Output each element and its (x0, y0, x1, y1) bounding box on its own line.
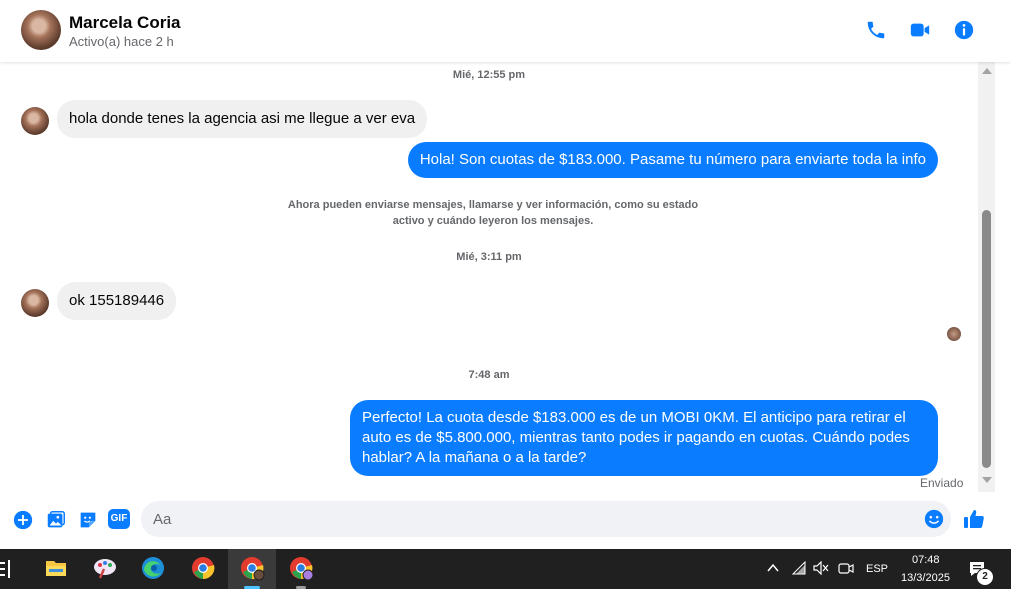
outgoing-message[interactable]: Hola! Son cuotas de $183.000. Pasame tu … (407, 142, 938, 178)
sticker-icon[interactable] (77, 509, 99, 531)
input-language[interactable]: ESP (866, 563, 888, 575)
photo-icon[interactable] (45, 509, 67, 531)
message-input-placeholder: Aa (153, 511, 172, 528)
read-receipt-avatar (947, 327, 961, 341)
timestamp: Mié, 3:11 pm (456, 251, 522, 263)
sender-avatar[interactable] (21, 289, 49, 317)
paint-app-icon[interactable] (92, 555, 118, 581)
phone-call-icon[interactable] (865, 19, 887, 41)
scroll-up-arrow-icon[interactable] (982, 68, 992, 74)
message-line: hablar? A la mañana o a la tarde? (362, 449, 587, 466)
system-notice: Ahora pueden enviarse mensajes, llamarse… (270, 197, 716, 229)
scrollbar-thumb[interactable] (982, 210, 991, 468)
message-line: Perfecto! La cuota desde $183.000 es de … (362, 409, 906, 426)
contact-status: Activo(a) hace 2 h (69, 34, 174, 49)
gif-button[interactable]: GIF (108, 509, 130, 529)
emoji-icon[interactable] (923, 508, 945, 530)
message-line: auto es de $5.800.000, mientras tanto po… (362, 429, 910, 446)
notification-count-badge: 2 (976, 568, 994, 586)
meet-now-icon[interactable] (838, 561, 854, 576)
chevron-up-icon[interactable] (767, 563, 779, 573)
message-list[interactable]: Mié, 12:55 pm hola donde tenes la agenci… (0, 62, 978, 492)
sent-status: Enviado (920, 476, 964, 490)
timestamp: 7:48 am (468, 369, 510, 381)
contact-name[interactable]: Marcela Coria (69, 13, 181, 33)
file-explorer-icon[interactable] (43, 555, 69, 581)
clock-date[interactable]: 13/3/2025 (901, 572, 950, 584)
incoming-message[interactable]: ok 155189446 (57, 282, 177, 320)
scroll-down-arrow-icon[interactable] (982, 477, 992, 483)
thumbs-up-icon[interactable] (962, 507, 986, 531)
info-icon[interactable] (953, 19, 975, 41)
outgoing-message[interactable]: Perfecto! La cuota desde $183.000 es de … (350, 400, 938, 476)
video-call-icon[interactable] (909, 19, 931, 41)
task-view-icon[interactable] (0, 560, 14, 578)
plus-icon[interactable] (12, 509, 34, 531)
volume-muted-icon[interactable] (813, 561, 829, 575)
system-notice-line: activo y cuándo leyeron los mensajes. (392, 215, 594, 227)
wifi-icon[interactable] (791, 561, 807, 575)
system-notice-line: Ahora pueden enviarse mensajes, llamarse… (287, 199, 699, 211)
timestamp: Mié, 12:55 pm (452, 69, 526, 81)
sender-avatar[interactable] (21, 107, 49, 135)
chrome-profile-icon[interactable] (239, 555, 265, 581)
edge-browser-icon[interactable] (140, 555, 166, 581)
contact-avatar[interactable] (21, 10, 61, 50)
chrome-browser-icon[interactable] (190, 555, 216, 581)
chrome-incognito-icon[interactable] (288, 555, 314, 581)
clock-time[interactable]: 07:48 (912, 554, 940, 566)
incoming-message[interactable]: hola donde tenes la agencia asi me llegu… (57, 100, 428, 138)
message-input[interactable] (141, 501, 951, 537)
conversation-header: Marcela Coria Activo(a) hace 2 h (0, 0, 1011, 62)
